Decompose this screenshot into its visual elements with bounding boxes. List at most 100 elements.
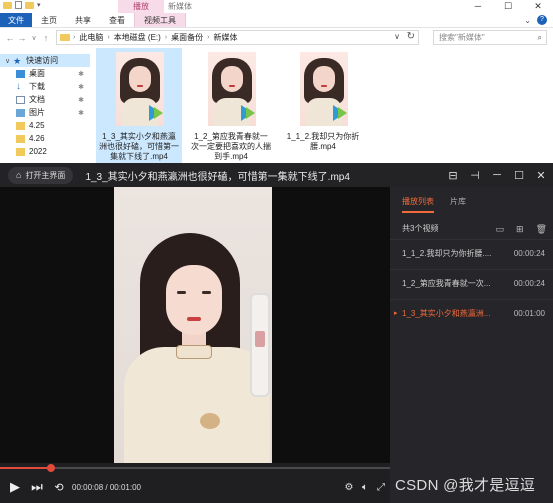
open-main-button[interactable]: ⌂ 打开主界面 (8, 166, 74, 184)
properties-icon[interactable] (15, 1, 22, 9)
close-icon[interactable]: ✕ (535, 169, 547, 182)
file-item[interactable]: 1_3_其实小夕和燕瀛洲也很好磕，可惜第一集就下线了.mp4 (96, 48, 182, 163)
playlist-tabs: 播放列表 片库 (390, 187, 553, 213)
sidebar-item-pictures[interactable]: 图片 ✱ (0, 106, 90, 119)
sidebar-item-documents[interactable]: 文档 ✱ (0, 93, 90, 106)
file-item[interactable]: 1_2_第应我青春就一次一定要把喜欢的人揣到手.mp4 (188, 48, 274, 163)
address-bar[interactable]: › 此电脑 › 本地磁盘 (E:) › 桌面备份 › 新媒体 ∨ ↻ (56, 30, 419, 45)
breadcrumb-drive-e[interactable]: 本地磁盘 (E:) (110, 32, 165, 43)
add-folder-icon[interactable]: ▭ (496, 221, 505, 237)
next-icon[interactable]: ⏭ (30, 479, 44, 495)
refresh-icon[interactable]: ↻ (407, 31, 415, 42)
address-dropdown-icon[interactable]: ∨ (394, 32, 400, 41)
minimize-icon[interactable]: ─ (491, 169, 503, 181)
time-display: 00:00:08 / 00:01:00 (72, 483, 141, 492)
window-controls: ─ ☐ ✕ (463, 0, 553, 13)
expand-ribbon-icon[interactable]: ⌄ (524, 16, 531, 25)
customize-dropdown-icon[interactable]: ▾ (37, 1, 41, 9)
navigation-pane: ∨ ★ 快速访问 桌面 ✱ ↓ 下载 ✱ 文档 ✱ 图片 ✱ 4.25 4.26… (0, 54, 90, 167)
open-main-label: 打开主界面 (25, 170, 66, 180)
minimize-icon[interactable]: ─ (463, 0, 493, 13)
trash-icon[interactable]: 🗑︎ (536, 221, 547, 237)
sidebar-item-label: 图片 (29, 108, 45, 117)
back-icon[interactable]: ← (4, 33, 16, 43)
add-file-icon[interactable]: ⊞ (516, 221, 524, 237)
playlist-item[interactable]: 1_2_第应我青春就一次... 00:00:24 (390, 269, 553, 297)
folder-icon (60, 34, 70, 41)
player-titlebar: ⌂ 打开主界面 1_3_其实小夕和燕瀛洲也很好磕，可惜第一集就下线了.mp4 ⊟… (0, 163, 553, 187)
pin-icon[interactable]: ✱ (78, 96, 84, 104)
maximize-icon[interactable]: ☐ (513, 169, 525, 182)
sidebar-item-quick-access[interactable]: ∨ ★ 快速访问 (0, 54, 90, 67)
contextual-tab-play[interactable]: 播放 (118, 0, 164, 13)
progress-fill (0, 467, 51, 469)
breadcrumb-desktop-backup[interactable]: 桌面备份 (167, 32, 207, 43)
sidebar-item-desktop[interactable]: 桌面 ✱ (0, 67, 90, 80)
watermark: CSDN @我才是逗逗 (395, 477, 536, 494)
sidebar-item-label: 文档 (29, 95, 45, 104)
file-name: 1_1_2.我却只为你折腰.mp4 (286, 132, 360, 151)
playlist-item[interactable]: ▸ 1_3_其实小夕和燕瀛洲... 00:01:00 (390, 299, 553, 327)
breadcrumb-this-pc[interactable]: 此电脑 (75, 32, 107, 43)
playlist-actions: ▭ ⊞ 🗑︎ (496, 221, 548, 237)
control-bar: ▶ ⏭ ⟲ 00:00:08 / 00:01:00 ⚙ 🔈︎ ⤢ (0, 477, 390, 497)
tab-video-tools[interactable]: 视频工具 (134, 13, 186, 27)
tab-view[interactable]: 查看 (100, 13, 134, 27)
explorer-titlebar: ▾ 播放 新媒体 ─ ☐ ✕ (0, 0, 553, 13)
sidebar-item-4-26[interactable]: 4.26 (0, 132, 90, 145)
tab-share[interactable]: 共享 (66, 13, 100, 27)
breadcrumb-new-media[interactable]: 新媒体 (209, 32, 241, 43)
pin-on-top-icon[interactable]: ⊣ (469, 169, 481, 182)
screenshot-icon[interactable]: ⊟ (447, 169, 459, 182)
close-icon[interactable]: ✕ (523, 0, 553, 13)
document-icon (16, 95, 25, 104)
help-icon[interactable]: ? (537, 15, 547, 25)
maximize-icon[interactable]: ☐ (493, 0, 523, 13)
tab-file[interactable]: 文件 (0, 13, 32, 27)
forward-icon[interactable]: → (16, 33, 28, 43)
sidebar-item-label: 桌面 (29, 69, 45, 78)
progress-handle[interactable] (46, 464, 55, 472)
pin-icon[interactable]: ✱ (78, 109, 84, 117)
video-thumbnail (300, 52, 348, 126)
tab-home[interactable]: 主页 (32, 13, 66, 27)
tab-playlist[interactable]: 播放列表 (402, 196, 434, 213)
home-icon: ⌂ (16, 170, 22, 180)
progress-bar[interactable] (0, 464, 390, 472)
search-input[interactable]: 搜索"新媒体" ⌕ (433, 30, 547, 45)
address-bar-row: ← → ∨ ↑ › 此电脑 › 本地磁盘 (E:) › 桌面备份 › 新媒体 ∨… (0, 29, 553, 46)
sidebar-item-4-25[interactable]: 4.25 (0, 119, 90, 132)
sidebar-item-label: 快速访问 (26, 56, 59, 65)
video-player-window: ⌂ 打开主界面 1_3_其实小夕和燕瀛洲也很好磕，可惜第一集就下线了.mp4 ⊟… (0, 163, 553, 503)
file-item[interactable]: 1_1_2.我却只为你折腰.mp4 (280, 48, 366, 163)
video-frame (114, 187, 272, 463)
video-thumbnail (208, 52, 256, 126)
playlist-item[interactable]: 1_1_2.我却只为你折腰.... 00:00:24 (390, 239, 553, 267)
pictures-icon (16, 108, 25, 117)
video-area[interactable] (0, 187, 390, 463)
star-icon: ★ (13, 55, 22, 66)
file-explorer-window: ▾ 播放 新媒体 ─ ☐ ✕ 文件 主页 共享 查看 视频工具 ⌄ ? ← → … (0, 0, 553, 167)
volume-icon[interactable]: 🔈︎ (360, 482, 370, 493)
settings-icon[interactable]: ⚙ (344, 482, 354, 493)
video-thumbnail (116, 52, 164, 126)
ribbon-right: ⌄ ? (524, 13, 553, 27)
play-icon[interactable]: ▶ (8, 479, 22, 495)
folder-icon (16, 134, 25, 143)
tab-library[interactable]: 片库 (450, 196, 466, 213)
recent-dropdown-icon[interactable]: ∨ (28, 34, 40, 42)
loop-icon[interactable]: ⟲ (52, 481, 66, 494)
new-folder-icon[interactable] (25, 1, 34, 9)
sidebar-item-downloads[interactable]: ↓ 下载 ✱ (0, 80, 90, 93)
chevron-down-icon[interactable]: ∨ (5, 57, 10, 65)
folder-icon (16, 147, 25, 156)
playlist-item-duration: 00:00:24 (513, 249, 545, 258)
fullscreen-icon[interactable]: ⤢ (376, 482, 386, 493)
playlist-panel: 播放列表 片库 共3个视频 ▭ ⊞ 🗑︎ 1_1_2.我却只为你折腰.... 0… (390, 187, 553, 503)
pin-icon[interactable]: ✱ (78, 83, 84, 91)
playlist-item-name: 1_2_第应我青春就一次... (402, 279, 491, 288)
time-current: 00:00:08 (72, 482, 104, 492)
pin-icon[interactable]: ✱ (78, 70, 84, 78)
up-icon[interactable]: ↑ (40, 33, 52, 43)
sidebar-item-2022[interactable]: 2022 (0, 145, 90, 158)
